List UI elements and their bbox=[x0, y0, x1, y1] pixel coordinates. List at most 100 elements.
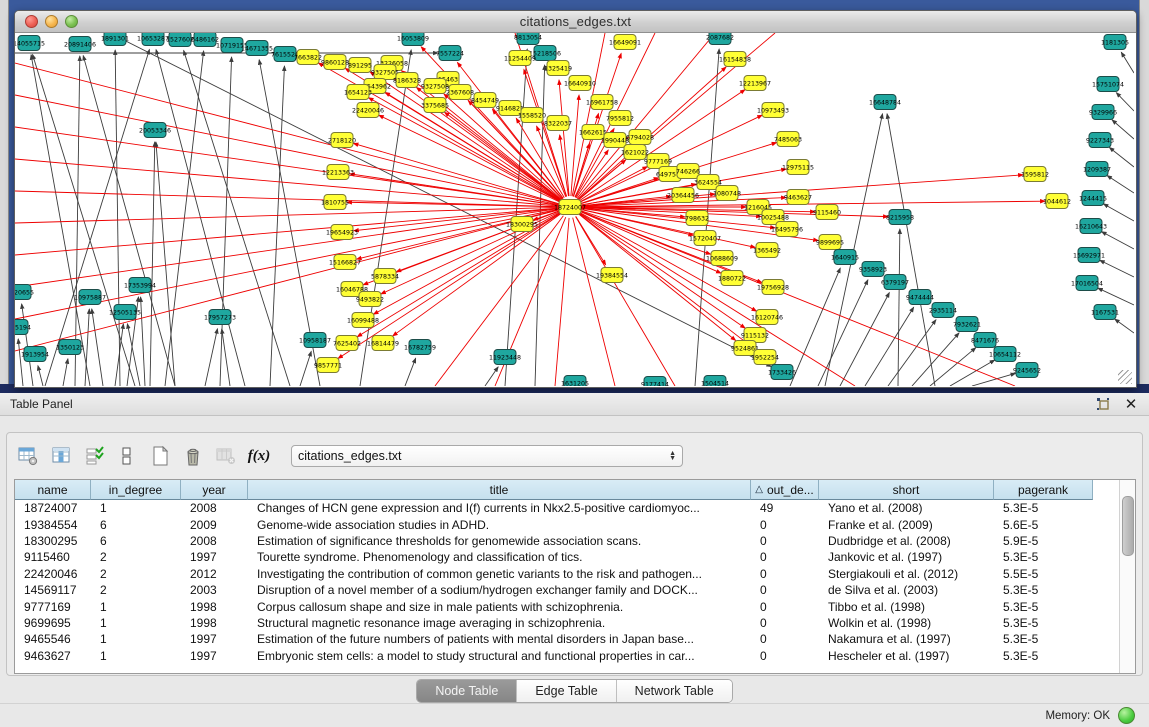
column-header-in_degree[interactable]: in_degree bbox=[91, 480, 181, 500]
cell[interactable]: 9463627 bbox=[15, 649, 91, 663]
graph-node[interactable]: 1891301 bbox=[101, 33, 129, 46]
graph-node[interactable]: 6794028 bbox=[626, 130, 654, 145]
graph-node[interactable]: 20891406 bbox=[64, 37, 96, 52]
cell[interactable]: 6 bbox=[91, 534, 181, 548]
graph-node[interactable]: 12505135 bbox=[109, 305, 141, 320]
graph-node[interactable]: 9860128 bbox=[321, 55, 349, 70]
table-row[interactable]: 1938455462009Genome-wide association stu… bbox=[15, 516, 1135, 532]
network-canvas[interactable]: 1872400714055715208914061891301106532871… bbox=[15, 33, 1134, 386]
select-rows-icon[interactable] bbox=[81, 443, 107, 469]
column-header-out_de[interactable]: △out_de... bbox=[751, 480, 819, 500]
graph-node[interactable]: 1631205 bbox=[561, 376, 589, 387]
cell[interactable]: Yano et al. (2008) bbox=[819, 501, 994, 515]
graph-node[interactable]: 16648784 bbox=[869, 95, 901, 110]
graph-node[interactable]: 1504514 bbox=[701, 376, 729, 387]
cell[interactable]: 22420046 bbox=[15, 567, 91, 581]
table-settings-icon[interactable] bbox=[15, 443, 41, 469]
graph-node[interactable]: 9115460 bbox=[813, 205, 841, 220]
graph-node[interactable]: 10973493 bbox=[757, 103, 789, 118]
graph-node[interactable]: 16210643 bbox=[1075, 219, 1107, 234]
graph-node[interactable]: 16814479 bbox=[367, 336, 399, 351]
cell[interactable]: Embryonic stem cells: a model to study s… bbox=[248, 649, 751, 663]
show-columns-icon[interactable] bbox=[48, 443, 74, 469]
graph-node[interactable]: 15692971 bbox=[1073, 248, 1105, 263]
graph-node[interactable]: 15166827 bbox=[329, 255, 361, 270]
graph-node[interactable]: 9227343 bbox=[1086, 133, 1114, 148]
cell[interactable]: Dudbridge et al. (2008) bbox=[819, 534, 994, 548]
cell[interactable]: 5.3E-5 bbox=[994, 600, 1093, 614]
window-titlebar[interactable]: citations_edges.txt bbox=[15, 11, 1136, 33]
cell[interactable]: Stergiakouli et al. (2012) bbox=[819, 567, 994, 581]
close-window-button[interactable] bbox=[25, 15, 38, 28]
graph-node[interactable]: 7663822 bbox=[294, 50, 322, 65]
cell[interactable]: 2009 bbox=[181, 518, 248, 532]
graph-node[interactable]: 6379197 bbox=[881, 275, 909, 290]
table-selector[interactable]: citations_edges.txt ▲▼ bbox=[291, 445, 683, 467]
column-header-year[interactable]: year bbox=[181, 480, 248, 500]
cell[interactable]: 0 bbox=[751, 632, 819, 646]
scrollbar-thumb[interactable] bbox=[1122, 496, 1134, 556]
cell[interactable]: 1998 bbox=[181, 616, 248, 630]
graph-node[interactable]: 1952254 bbox=[751, 350, 779, 365]
cell[interactable]: 1998 bbox=[181, 600, 248, 614]
graph-node[interactable]: 19384554 bbox=[596, 268, 628, 283]
graph-node[interactable]: 16649091 bbox=[609, 35, 641, 50]
graph-node[interactable]: 16154838 bbox=[719, 52, 751, 67]
cell[interactable]: 1997 bbox=[181, 632, 248, 646]
graph-node[interactable]: 1044612 bbox=[1043, 194, 1071, 209]
graph-node[interactable]: 1733426 bbox=[768, 365, 796, 380]
cell[interactable]: 1 bbox=[91, 632, 181, 646]
cell[interactable]: Changes of HCN gene expression and I(f) … bbox=[248, 501, 751, 515]
close-panel-icon[interactable]: ✕ bbox=[1121, 395, 1141, 413]
function-builder-icon[interactable]: f(x) bbox=[246, 443, 272, 469]
graph-node[interactable]: 14671355 bbox=[241, 41, 273, 56]
graph-node[interactable]: 9177414 bbox=[641, 377, 669, 387]
graph-node[interactable]: 10654112 bbox=[989, 347, 1021, 362]
cell[interactable]: 2 bbox=[91, 550, 181, 564]
graph-node[interactable]: 8186328 bbox=[393, 73, 421, 88]
graph-node[interactable]: 9327508 bbox=[421, 79, 449, 94]
graph-node[interactable]: 2367608 bbox=[446, 85, 474, 100]
graph-node[interactable]: 1350123 bbox=[56, 340, 84, 355]
graph-node[interactable]: 7485063 bbox=[774, 132, 802, 147]
table-row[interactable]: 946362711997Embryonic stem cells: a mode… bbox=[15, 648, 1135, 664]
cell[interactable]: 18724007 bbox=[15, 501, 91, 515]
graph-node[interactable]: 9857771 bbox=[314, 358, 342, 373]
graph-node[interactable]: 746266 bbox=[676, 164, 700, 179]
table-row[interactable]: 1456911722003Disruption of a novel membe… bbox=[15, 582, 1135, 598]
cell[interactable]: 0 bbox=[751, 534, 819, 548]
cell[interactable]: Investigating the contribution of common… bbox=[248, 567, 751, 581]
cell[interactable]: 2 bbox=[91, 567, 181, 581]
tab-network-table[interactable]: Network Table bbox=[617, 680, 732, 702]
graph-node[interactable]: 1181305 bbox=[1101, 35, 1129, 50]
graph-node[interactable]: 16120746 bbox=[751, 310, 783, 325]
graph-node[interactable]: 1810755 bbox=[321, 195, 349, 210]
cell[interactable]: 5.5E-5 bbox=[994, 567, 1093, 581]
cell[interactable]: Wolkin et al. (1998) bbox=[819, 616, 994, 630]
cell[interactable]: Corpus callosum shape and size in male p… bbox=[248, 600, 751, 614]
cell[interactable]: 1997 bbox=[181, 550, 248, 564]
graph-node[interactable]: 1654123 bbox=[344, 85, 372, 100]
graph-node[interactable]: 11923448 bbox=[489, 350, 521, 365]
cell[interactable]: 19384554 bbox=[15, 518, 91, 532]
graph-node[interactable]: 2520655 bbox=[15, 285, 34, 300]
cell[interactable]: 9465546 bbox=[15, 632, 91, 646]
graph-node[interactable]: 10653287 bbox=[137, 33, 169, 46]
cell[interactable]: 5.3E-5 bbox=[994, 649, 1093, 663]
graph-node[interactable]: 14055715 bbox=[15, 36, 45, 51]
column-header-title[interactable]: title bbox=[248, 480, 751, 500]
cell[interactable]: 14569117 bbox=[15, 583, 91, 597]
graph-node[interactable]: 5878334 bbox=[371, 269, 399, 284]
cell[interactable]: 5.3E-5 bbox=[994, 583, 1093, 597]
graph-node[interactable]: 1145194 bbox=[15, 320, 31, 335]
cell[interactable]: 2 bbox=[91, 583, 181, 597]
cell[interactable]: 0 bbox=[751, 600, 819, 614]
graph-node[interactable]: 9245652 bbox=[1013, 363, 1041, 378]
cell[interactable]: 1 bbox=[91, 649, 181, 663]
graph-node[interactable]: 11254409 bbox=[504, 51, 536, 66]
graph-node[interactable]: 10975887 bbox=[74, 290, 106, 305]
graph-node[interactable]: 10688609 bbox=[706, 251, 738, 266]
graph-node[interactable]: 891295 bbox=[348, 58, 372, 73]
graph-node[interactable]: 1880722 bbox=[718, 271, 746, 286]
graph-node[interactable]: 16640910 bbox=[564, 76, 596, 91]
